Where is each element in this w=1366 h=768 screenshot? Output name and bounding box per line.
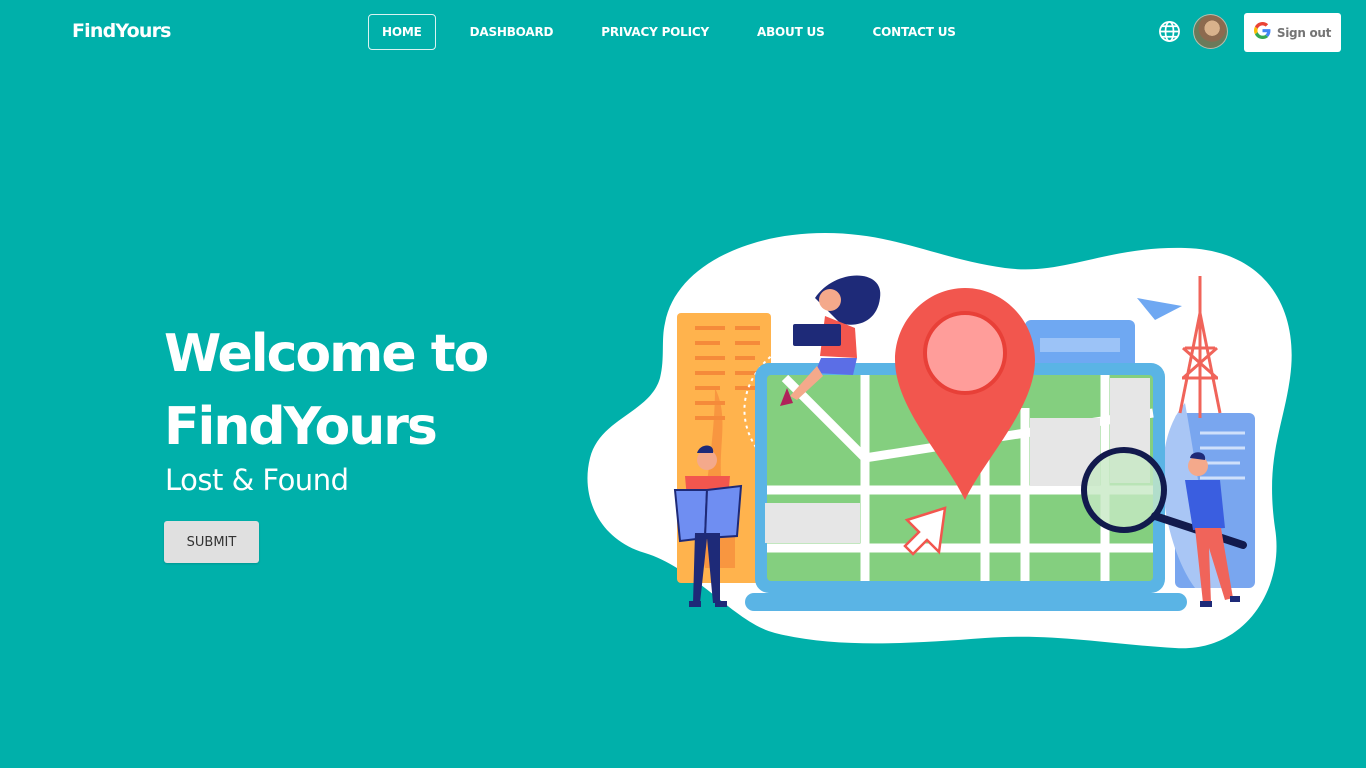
globe-icon[interactable] [1158,20,1181,43]
navbar: FindYours HOME DASHBOARD PRIVACY POLICY … [0,0,1366,64]
hero-title-line1: Welcome to [164,324,489,384]
hero-illustration [587,233,1292,649]
sign-out-label: Sign out [1276,25,1332,40]
nav-link-home[interactable]: HOME [368,14,436,50]
brand-logo[interactable]: FindYours [72,20,172,42]
sign-out-button[interactable]: Sign out [1244,13,1341,52]
nav-link-privacy-policy[interactable]: PRIVACY POLICY [587,14,723,50]
nav-link-contact-us[interactable]: CONTACT US [859,14,970,50]
nav-link-about-us[interactable]: ABOUT US [743,14,839,50]
google-logo-icon [1253,21,1271,44]
user-avatar[interactable] [1193,14,1228,49]
nav-link-dashboard[interactable]: DASHBOARD [456,14,568,50]
hero-title-line2: FindYours [164,397,438,457]
hero-subtitle: Lost & Found [165,463,349,497]
hero-title: Welcome to FindYours [164,318,584,464]
submit-button[interactable]: SUBMIT [164,521,259,563]
nav-links: HOME DASHBOARD PRIVACY POLICY ABOUT US C… [368,14,990,50]
